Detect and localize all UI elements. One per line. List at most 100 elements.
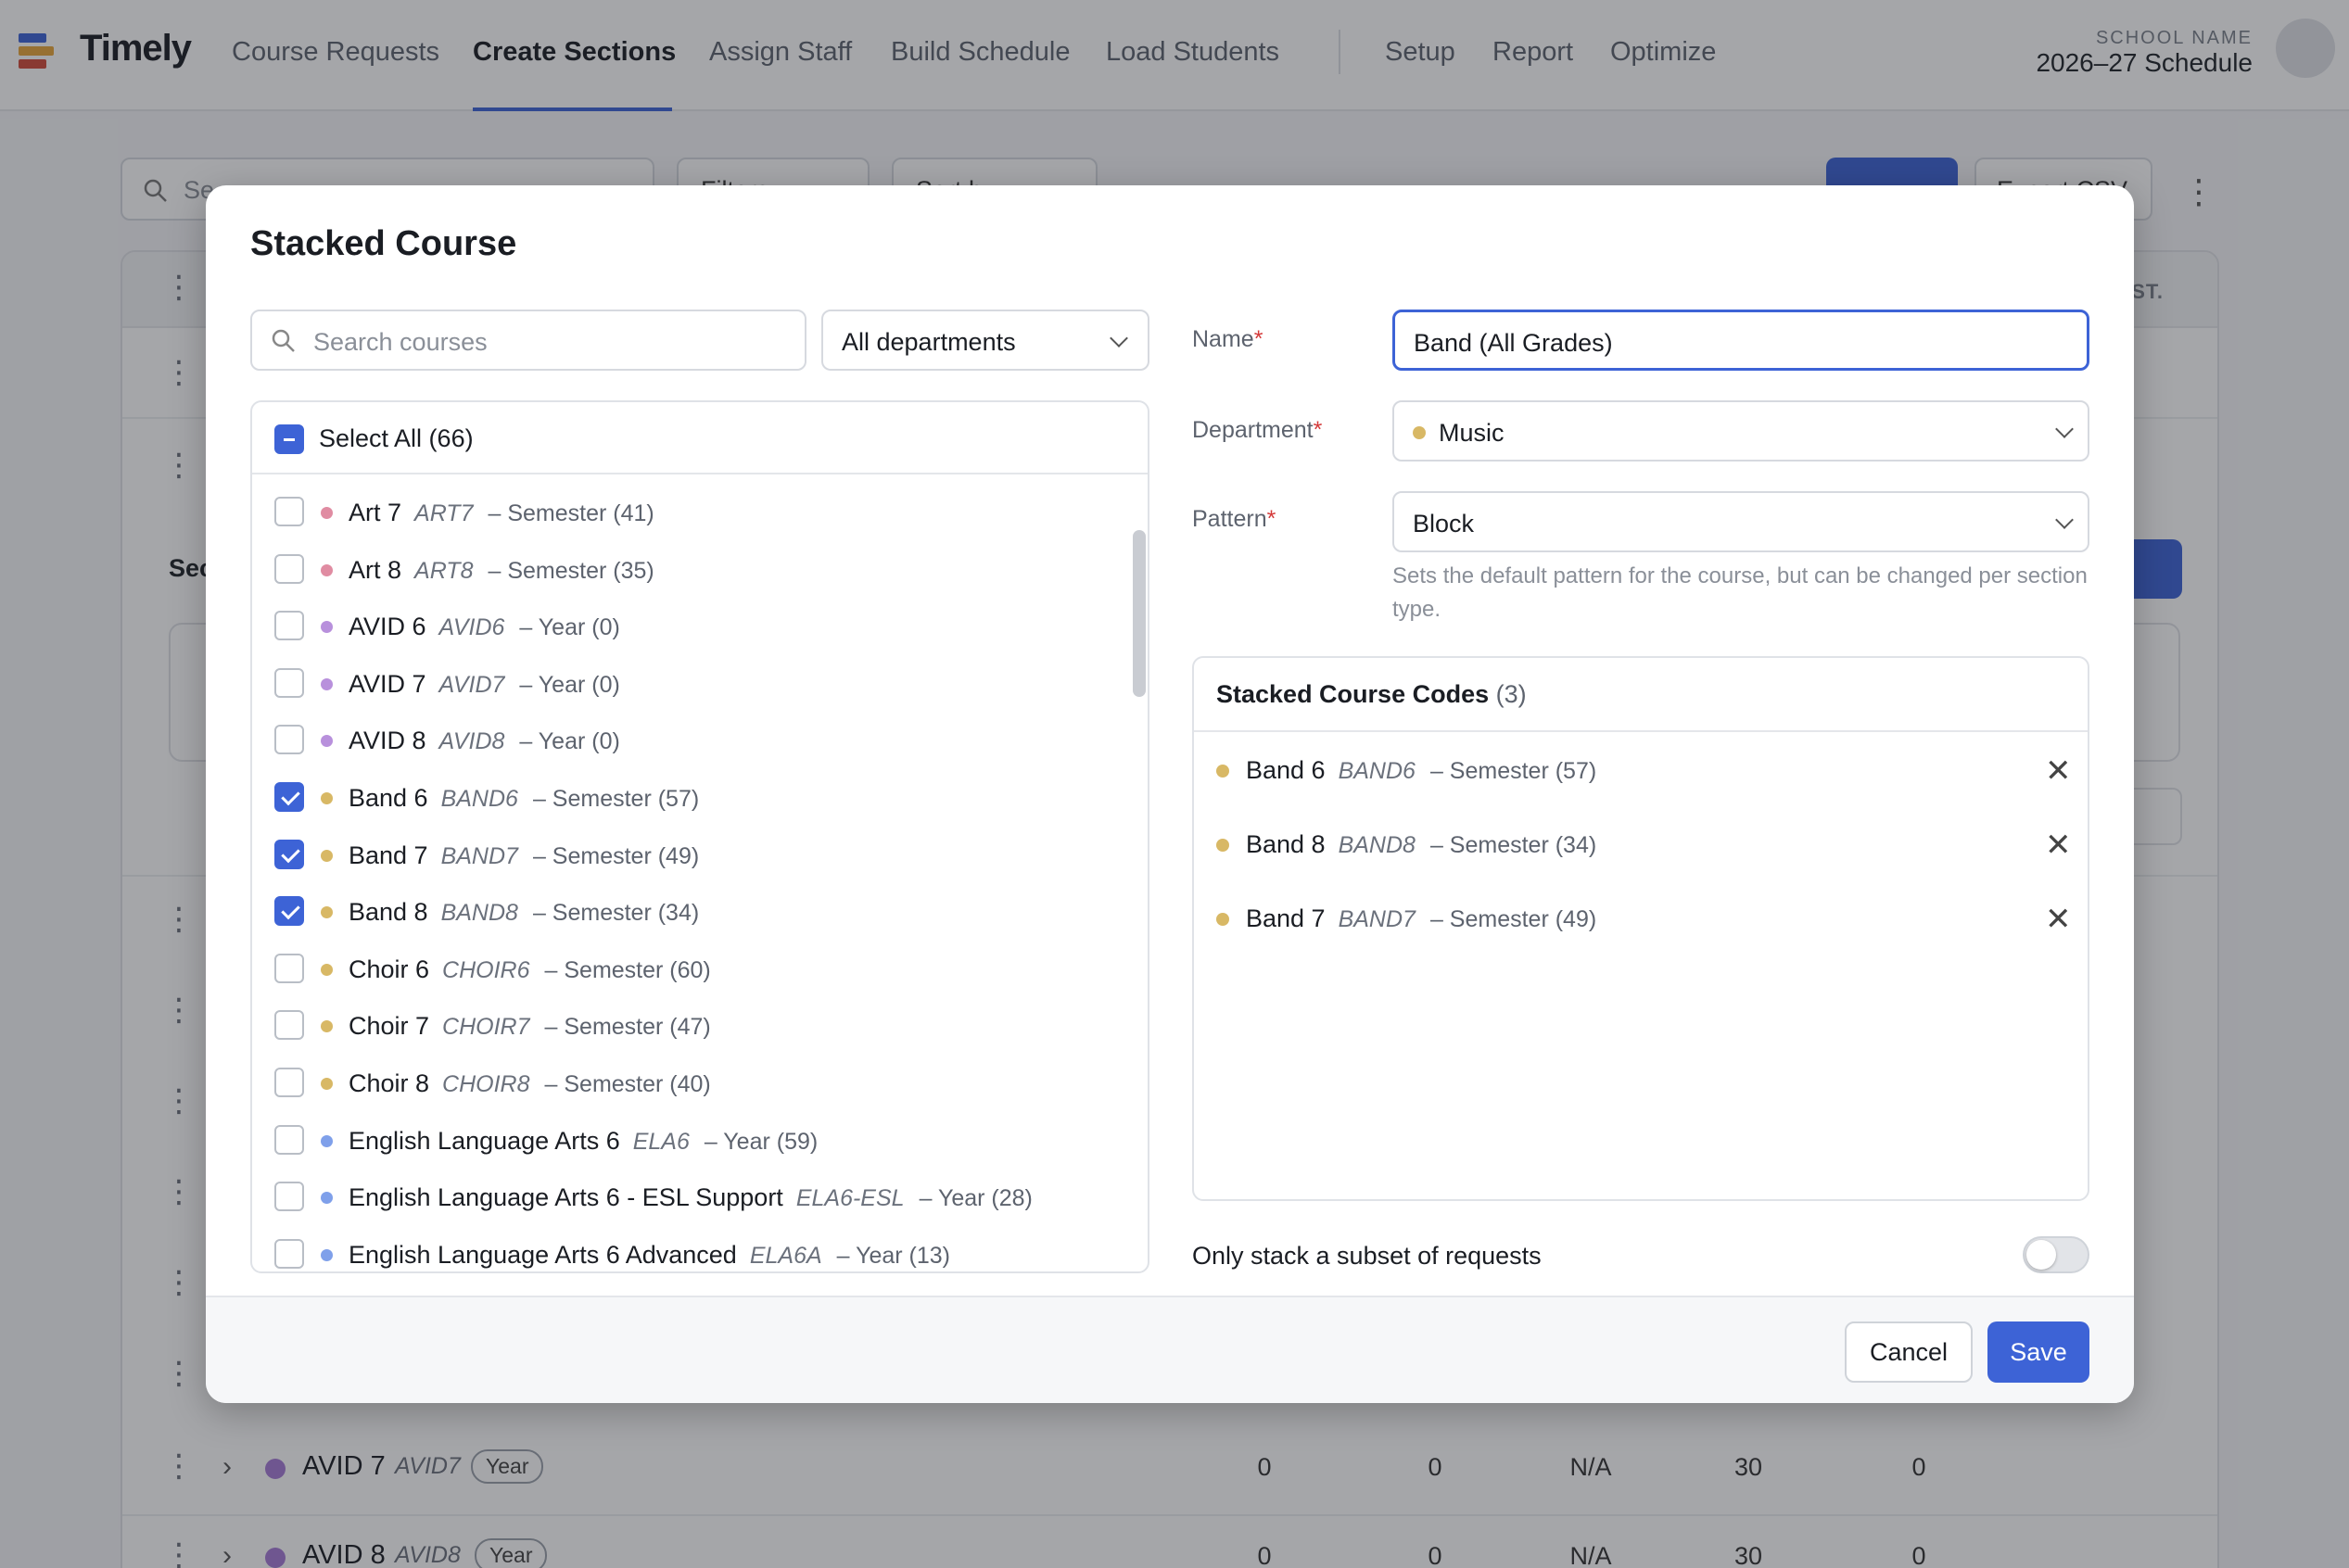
department-color-dot [321,621,333,634]
course-list-item[interactable]: Choir 7 CHOIR7 – Semester (47) [252,997,1124,1055]
course-checkbox[interactable] [274,839,304,869]
department-filter-value: All departments [842,328,1016,356]
dialog-footer: Cancel Save [206,1296,2134,1403]
course-list-item[interactable]: English Language Arts 6 - ESL Support ELA… [252,1169,1124,1226]
course-term: – Semester (57) [532,786,700,812]
course-list-item[interactable]: Choir 6 CHOIR6 – Semester (60) [252,941,1124,998]
course-list-item[interactable]: AVID 8 AVID8 – Year (0) [252,712,1124,769]
course-list-item[interactable]: Band 6 BAND6 – Semester (57) [252,769,1124,827]
department-color-dot [1216,913,1229,926]
course-list-item[interactable]: Choir 8 CHOIR8 – Semester (40) [252,1055,1124,1112]
name-input[interactable]: Band (All Grades) [1392,310,2089,371]
remove-icon[interactable]: ✕ [2045,827,2072,864]
course-code: AVID6 [438,614,505,641]
course-term: – Semester (49) [532,842,700,869]
department-filter-select[interactable]: All departments [821,310,1149,371]
course-list-item[interactable]: Band 8 BAND8 – Semester (34) [252,883,1124,941]
course-checkbox[interactable] [274,896,304,927]
name-input-value: Band (All Grades) [1414,329,1613,357]
course-name: AVID 8 [349,727,426,755]
course-checkbox[interactable] [274,497,304,526]
course-code: CHOIR8 [442,1071,530,1097]
course-list-item[interactable]: AVID 6 AVID6 – Year (0) [252,598,1124,655]
chevron-down-icon [2055,420,2074,438]
course-list-item[interactable]: Band 7 BAND7 – Semester (49) [252,827,1124,884]
scrollbar-thumb[interactable] [1133,530,1146,697]
course-code: ART7 [414,500,474,526]
course-term: – Semester (47) [544,1014,711,1041]
course-name: Choir 8 [349,1069,430,1097]
course-term: – Year (0) [519,614,620,641]
department-color-dot [321,1248,333,1261]
course-search-input[interactable]: Search courses [250,310,806,371]
department-color-dot [321,563,333,576]
department-color-dot [321,1078,333,1090]
course-term: – Year (59) [704,1128,819,1155]
course-checkbox[interactable] [274,725,304,755]
department-color-dot [321,507,333,519]
pattern-label: Pattern* [1192,506,1276,532]
course-checkbox[interactable] [274,1068,304,1097]
course-code: CHOIR6 [442,956,530,983]
course-name: Band 6 [349,784,428,812]
course-term: – Semester (40) [544,1071,711,1097]
chevron-down-icon [1110,329,1128,348]
course-checkbox[interactable] [274,953,304,983]
course-checkbox[interactable] [274,1182,304,1212]
select-all-checkbox[interactable] [274,424,304,454]
course-term: – Year (28) [919,1185,1033,1212]
course-term: – Year (0) [519,671,620,698]
save-button[interactable]: Save [1987,1321,2089,1383]
course-list-item[interactable]: English Language Arts 6 Advanced ELA6A – Y… [252,1226,1124,1271]
course-term: – Semester (34) [1429,832,1597,858]
course-checkbox[interactable] [274,1010,304,1041]
course-list-item[interactable]: Art 8 ART8 – Semester (35) [252,541,1124,599]
course-list: Select All (66) Art 7 ART7 – Semester (41)… [250,400,1149,1273]
department-color-dot [321,792,333,804]
course-name: AVID 7 [349,669,426,698]
course-list-item[interactable]: English Language Arts 6 ELA6 – Year (59) [252,1112,1124,1170]
subset-toggle[interactable] [2023,1236,2089,1273]
course-term: – Year (0) [519,728,620,755]
subset-label: Only stack a subset of requests [1192,1242,1542,1270]
search-placeholder: Search courses [313,328,488,356]
pattern-select[interactable]: Block [1392,491,2089,552]
stacked-course-item: Band 7 BAND7 – Semester (49) ✕ [1194,882,2088,956]
remove-icon[interactable]: ✕ [2045,752,2072,790]
course-checkbox[interactable] [274,667,304,698]
course-list-item[interactable]: Art 7 ART7 – Semester (41) [252,484,1124,541]
course-name: Choir 6 [349,955,430,983]
course-code: BAND7 [1338,906,1416,932]
stacked-count: (3) [1495,680,1527,708]
toggle-knob [2026,1240,2056,1270]
stacked-panel-title: Stacked Course Codes (3) [1216,680,1527,708]
select-all-row[interactable]: Select All (66) [252,402,1148,474]
pattern-help-text: Sets the default pattern for the course,… [1392,563,2088,622]
course-code: AVID7 [438,671,505,698]
course-code: BAND7 [440,842,518,869]
department-select[interactable]: Music [1392,400,2089,462]
course-term: – Semester (57) [1429,758,1597,784]
course-name: Band 8 [1246,830,1326,858]
course-name: Band 8 [349,898,428,927]
course-checkbox[interactable] [274,1238,304,1269]
department-color-dot [321,849,333,862]
remove-icon[interactable]: ✕ [2045,901,2072,938]
stacked-course-codes-panel: Stacked Course Codes (3) Band 6 BAND6 – Se… [1192,656,2089,1201]
department-color-dot [321,906,333,919]
department-color-dot [321,1134,333,1147]
course-list-item[interactable]: AVID 7 AVID7 – Year (0) [252,655,1124,713]
department-color-dot [1216,839,1229,852]
course-term: – Semester (35) [488,557,654,584]
course-checkbox[interactable] [274,611,304,641]
course-code: BAND6 [1338,758,1416,784]
course-checkbox[interactable] [274,1124,304,1155]
cancel-button[interactable]: Cancel [1845,1321,1973,1383]
course-name: English Language Arts 6 Advanced [349,1240,737,1269]
course-checkbox[interactable] [274,782,304,812]
course-code: BAND6 [440,786,518,812]
department-label: Department* [1192,417,1323,443]
course-checkbox[interactable] [274,553,304,584]
course-name: Art 7 [349,499,402,526]
search-icon [272,329,295,352]
